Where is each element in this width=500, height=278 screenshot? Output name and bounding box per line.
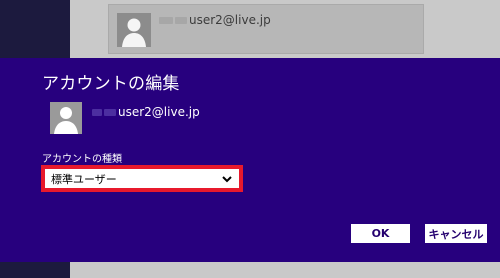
account-type-select[interactable]: 標準ユーザー xyxy=(41,165,243,192)
account-type-select-inner[interactable]: 標準ユーザー xyxy=(45,169,239,188)
ok-button[interactable]: OK xyxy=(351,224,410,243)
avatar-icon xyxy=(50,102,82,134)
edit-account-dialog: アカウントの編集 user2@live.jp アカウントの種類 標準ユーザー O… xyxy=(0,58,500,262)
account-email-text: user2@live.jp xyxy=(118,105,200,119)
avatar-icon xyxy=(117,13,151,47)
account-type-label: アカウントの種類 xyxy=(42,154,122,165)
dialog-title: アカウントの編集 xyxy=(42,74,180,94)
redaction-mark xyxy=(92,109,102,116)
account-type-value: 標準ユーザー xyxy=(51,172,117,186)
background-user-card: user2@live.jp xyxy=(108,4,424,54)
background-dark-strip xyxy=(0,0,70,58)
account-email: user2@live.jp xyxy=(92,105,200,119)
background-user-email: user2@live.jp xyxy=(159,13,271,27)
background-dark-strip-bottom xyxy=(0,262,70,278)
redaction-mark xyxy=(175,17,187,24)
redaction-mark xyxy=(159,17,173,24)
chevron-down-icon xyxy=(222,175,232,182)
background-page-bottom xyxy=(70,262,500,278)
cancel-button[interactable]: キャンセル xyxy=(425,224,487,243)
redaction-mark xyxy=(104,109,116,116)
background-email-text: user2@live.jp xyxy=(189,13,271,27)
